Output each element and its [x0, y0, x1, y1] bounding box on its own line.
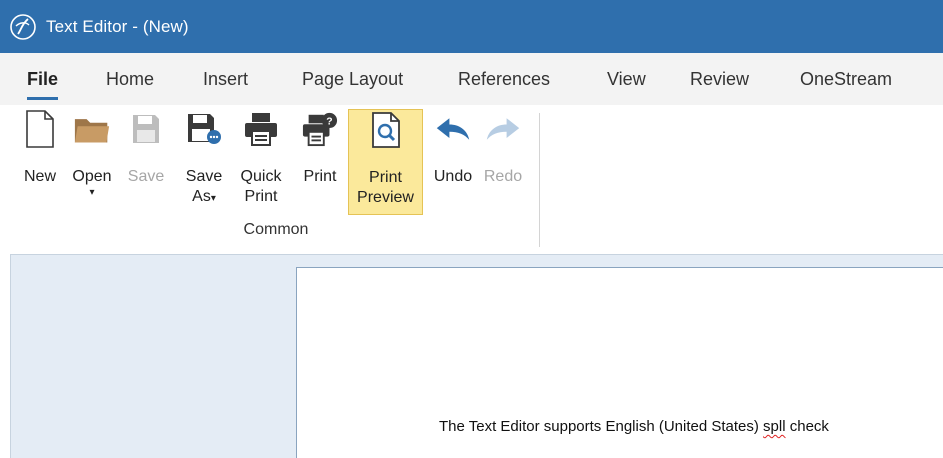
document-text-after: check: [785, 418, 829, 435]
print-preview-button[interactable]: Print Preview: [348, 109, 423, 215]
save-as-dropdown-icon: ▾: [210, 193, 216, 204]
svg-text:?: ?: [326, 116, 332, 127]
tab-file[interactable]: File: [27, 69, 59, 100]
undo-label: Undo: [433, 168, 473, 185]
ribbon-tabs: File Home Insert Page Layout References …: [0, 53, 943, 105]
save-as-button[interactable]: Save As▾: [180, 109, 228, 215]
redo-button[interactable]: Redo: [480, 109, 526, 215]
printer-icon: [243, 109, 279, 149]
print-preview-icon: [368, 110, 404, 150]
window-title: Text Editor - (New): [46, 16, 189, 36]
save-as-label-line2: As: [192, 188, 211, 205]
new-document-icon: [22, 109, 58, 149]
misspelled-word[interactable]: spll: [763, 418, 786, 435]
quick-print-label-line1: Quick: [240, 168, 282, 185]
document-page[interactable]: The Text Editor supports English (United…: [296, 267, 943, 458]
ribbon: New Open ▾ Save Save As▾ Quick Print ? P…: [0, 105, 943, 248]
document-text[interactable]: The Text Editor supports English (United…: [439, 418, 829, 435]
save-button[interactable]: Save: [126, 109, 166, 215]
open-button[interactable]: Open ▾: [66, 109, 118, 215]
undo-icon: [435, 109, 471, 149]
print-preview-label-line2: Preview: [357, 189, 414, 206]
folder-icon: [74, 109, 110, 149]
quick-print-button[interactable]: Quick Print: [234, 109, 288, 215]
document-text-before: The Text Editor supports English (United…: [439, 418, 764, 435]
print-preview-label-line1: Print: [369, 169, 402, 186]
new-label: New: [23, 168, 56, 185]
ribbon-group-separator: [539, 113, 540, 247]
document-area: The Text Editor supports English (United…: [0, 248, 943, 458]
title-bar: Text Editor - (New): [0, 0, 943, 53]
save-as-icon: [186, 109, 222, 149]
new-button[interactable]: New: [18, 109, 62, 215]
save-as-label-line1: Save: [185, 168, 223, 185]
tab-view[interactable]: View: [607, 69, 646, 90]
save-label: Save: [127, 168, 165, 185]
app-logo-icon: [10, 13, 36, 40]
print-label: Print: [303, 168, 337, 185]
save-icon: [128, 109, 164, 149]
tab-insert[interactable]: Insert: [203, 69, 248, 90]
ribbon-group-label: Common: [243, 221, 309, 238]
tab-onestream[interactable]: OneStream: [800, 69, 892, 90]
redo-icon: [485, 109, 521, 149]
open-dropdown-icon: ▾: [89, 187, 95, 198]
tab-references[interactable]: References: [458, 69, 550, 90]
tab-page-layout[interactable]: Page Layout: [302, 69, 403, 90]
undo-button[interactable]: Undo: [428, 109, 478, 215]
ribbon-group-common: New Open ▾ Save Save As▾ Quick Print ? P…: [12, 105, 540, 248]
print-dialog-icon: ?: [302, 109, 338, 149]
tab-home[interactable]: Home: [106, 69, 154, 90]
redo-label: Redo: [483, 168, 523, 185]
document-canvas[interactable]: The Text Editor supports English (United…: [10, 254, 943, 458]
open-label: Open: [72, 168, 112, 185]
print-button[interactable]: ? Print: [296, 109, 344, 215]
save-as-label-line2-wrap: As▾: [192, 187, 216, 209]
tab-review[interactable]: Review: [690, 69, 749, 90]
quick-print-label-line2: Print: [244, 188, 278, 205]
